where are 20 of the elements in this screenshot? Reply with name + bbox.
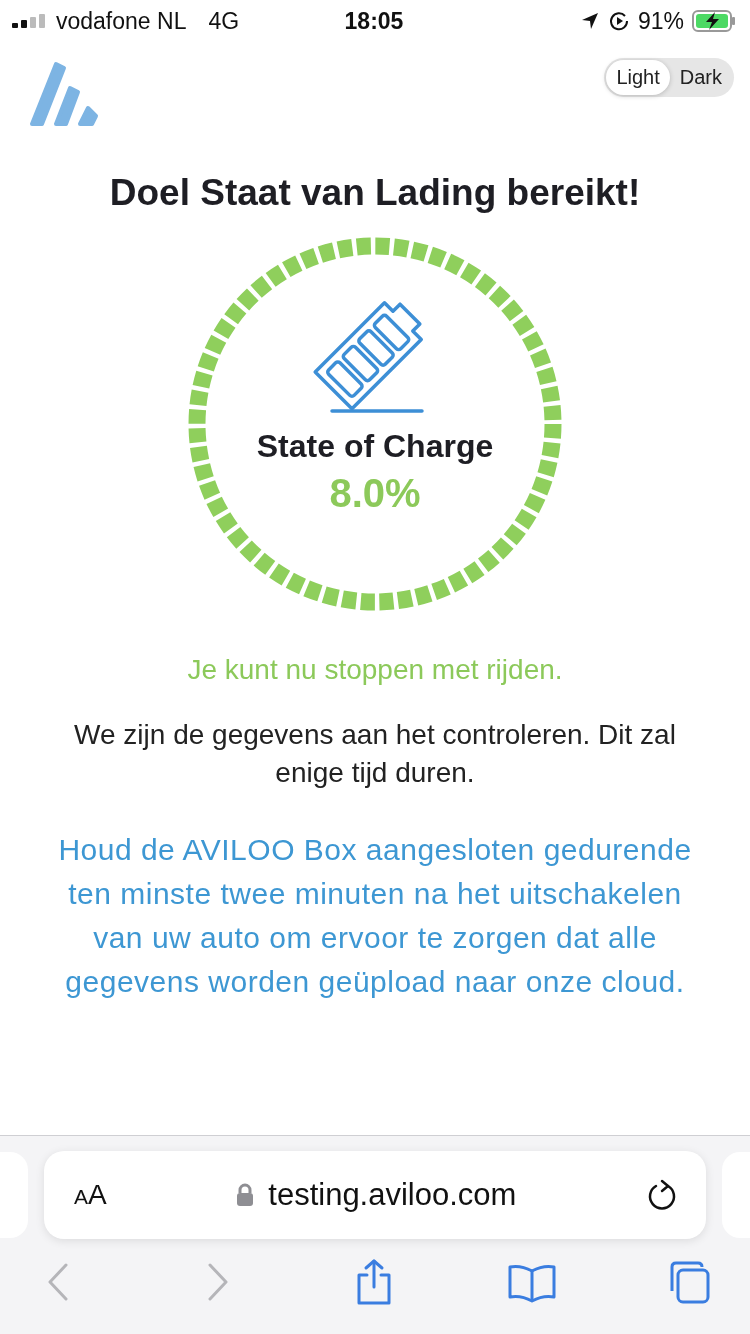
gauge-label: State of Charge (256, 428, 494, 465)
network-type: 4G (208, 7, 240, 35)
lock-icon (236, 1183, 255, 1207)
address-bar[interactable]: AA testing.aviloo.com (44, 1151, 706, 1239)
reload-icon[interactable] (646, 1178, 678, 1212)
theme-option[interactable]: Dark (669, 60, 732, 95)
battery-charging-icon (692, 10, 736, 32)
url-text: testing.aviloo.com (268, 1177, 517, 1213)
text-size-button[interactable]: AA (74, 1179, 107, 1211)
battery-percent: 91% (637, 7, 684, 35)
signal-icon (12, 14, 48, 28)
status-message: Je kunt nu stoppen met rijden. (187, 654, 563, 686)
rotation-lock-icon (607, 10, 630, 32)
notice-text: Houd de AVILOO Box aangesloten gedurende ten minste twee minuten na het uitschakelen van uw auto om ervoor te zorgen dat alle gegevens worden geüpload naar onze cloud. (57, 832, 693, 1000)
carrier-name: vodafone NL (56, 7, 187, 35)
theme-option[interactable]: Light (606, 60, 670, 95)
info-text: We zijn de gegevens aan het controleren. Dit zal enige tijd duren. (73, 718, 677, 790)
charge-value: 8.0% (329, 471, 421, 516)
page-title: Doel Staat van Lading bereikt! (109, 172, 641, 214)
clock-time: 18:05 (344, 7, 404, 35)
